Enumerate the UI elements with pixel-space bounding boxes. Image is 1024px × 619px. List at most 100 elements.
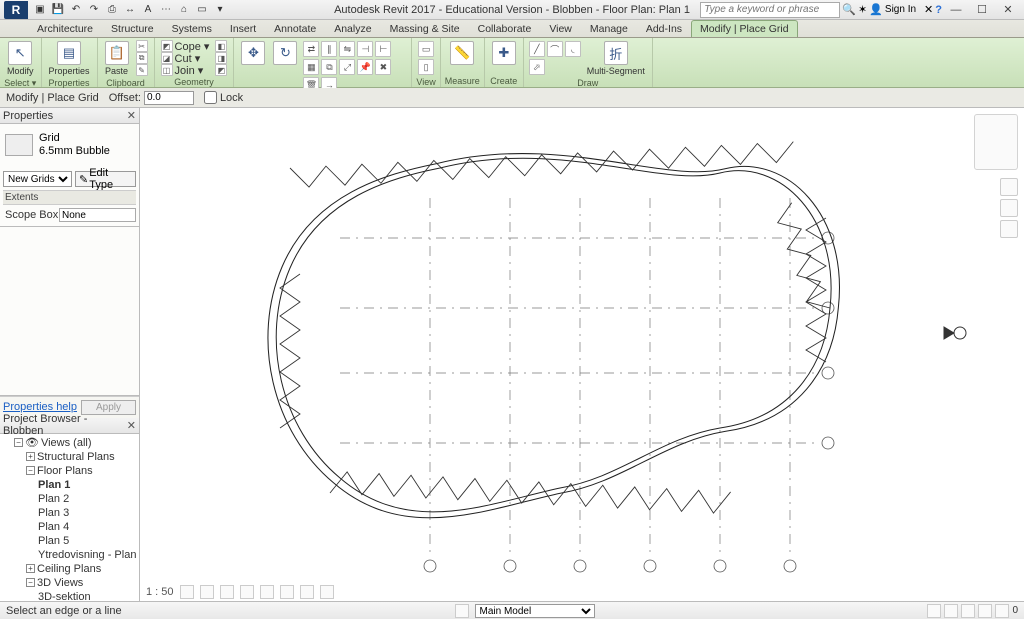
qat-undo-icon[interactable]: ↶: [68, 2, 84, 18]
geom-b-button[interactable]: ◨: [213, 52, 229, 64]
qat-redo-icon[interactable]: ↷: [86, 2, 102, 18]
close-button[interactable]: ✕: [996, 2, 1020, 18]
tab-view[interactable]: View: [540, 20, 581, 37]
node-plan4[interactable]: Plan 4: [0, 520, 139, 534]
tab-analyze[interactable]: Analyze: [325, 20, 380, 37]
pick-icon[interactable]: ⬀: [529, 59, 545, 75]
array-icon[interactable]: ▦: [303, 59, 319, 75]
node-3d[interactable]: −3D Views: [0, 576, 139, 590]
exchange-icon[interactable]: ✕: [924, 3, 933, 16]
collapse-icon[interactable]: −: [14, 438, 23, 447]
tab-modify-place-grid[interactable]: Modify | Place Grid: [691, 20, 798, 37]
minimize-button[interactable]: —: [944, 2, 968, 18]
expand-icon[interactable]: +: [26, 564, 35, 573]
node-floor[interactable]: −Floor Plans: [0, 464, 139, 478]
crop-region-icon[interactable]: [280, 585, 294, 599]
arc2-icon[interactable]: ◟: [565, 41, 581, 57]
maximize-button[interactable]: ☐: [970, 2, 994, 18]
sun-path-icon[interactable]: [220, 585, 234, 599]
cope-button[interactable]: ◩Cope ▾: [159, 40, 212, 52]
node-ytred[interactable]: Ytredovisning - Plan 1: [0, 548, 139, 562]
join-button[interactable]: ◫Join ▾: [159, 64, 212, 76]
cut-geom-button[interactable]: ◪Cut ▾: [159, 52, 212, 64]
filter-icon[interactable]: [995, 604, 1009, 618]
offset-icon[interactable]: ∥: [321, 41, 337, 57]
help-icon[interactable]: ?: [935, 4, 942, 16]
view-b-icon[interactable]: ▯: [418, 59, 434, 75]
qat-dropdown-icon[interactable]: ▾: [212, 2, 228, 18]
geom-c-button[interactable]: ◩: [213, 64, 229, 76]
measure-button[interactable]: 📏: [447, 40, 477, 66]
node-plan5[interactable]: Plan 5: [0, 534, 139, 548]
reveal-icon[interactable]: [320, 585, 334, 599]
status-d-icon[interactable]: [978, 604, 992, 618]
node-plan3[interactable]: Plan 3: [0, 506, 139, 520]
tab-structure[interactable]: Structure: [102, 20, 163, 37]
rotate-button[interactable]: ↻: [270, 40, 300, 66]
type-selector[interactable]: Grid 6.5mm Bubble: [3, 128, 136, 168]
main-model-select[interactable]: Main Model: [475, 604, 595, 618]
shadows-icon[interactable]: [240, 585, 254, 599]
create-button[interactable]: ✚: [489, 40, 519, 66]
collapse-icon[interactable]: −: [26, 578, 35, 587]
status-b-icon[interactable]: [944, 604, 958, 618]
infocenter-icon[interactable]: 🔍: [842, 3, 856, 16]
qat-more-icon[interactable]: ⋯: [158, 2, 174, 18]
mirror-icon[interactable]: ⇋: [339, 41, 355, 57]
scale-label[interactable]: 1 : 50: [146, 586, 174, 598]
qat-save-icon[interactable]: 💾: [50, 2, 66, 18]
worksets-icon[interactable]: [455, 604, 469, 618]
tab-manage[interactable]: Manage: [581, 20, 637, 37]
scope-box-input[interactable]: [59, 208, 136, 222]
qat-print-icon[interactable]: ⎙: [104, 2, 120, 18]
browser-header[interactable]: Project Browser - Blobben ✕: [0, 418, 139, 434]
app-logo[interactable]: R: [4, 1, 28, 19]
view-canvas[interactable]: 1 : 50: [140, 108, 1024, 601]
match-button[interactable]: ✎: [134, 64, 150, 76]
multi-segment-button[interactable]: 折Multi-Segment: [584, 40, 648, 77]
node-views[interactable]: −👁 Views (all): [0, 436, 139, 450]
modify-button[interactable]: ↖Modify: [4, 40, 37, 77]
qat-measure-icon[interactable]: ↔: [122, 2, 138, 18]
copy-clip-button[interactable]: ⧉: [134, 52, 150, 64]
lock-field[interactable]: Lock: [204, 91, 243, 104]
tab-massing[interactable]: Massing & Site: [381, 20, 469, 37]
split-icon[interactable]: ⊢: [375, 41, 391, 57]
edit-type-button[interactable]: ✎Edit Type: [75, 171, 136, 187]
line-icon[interactable]: ╱: [529, 41, 545, 57]
properties-header[interactable]: Properties ✕: [0, 108, 139, 124]
help-search-input[interactable]: [700, 2, 840, 18]
detail-level-icon[interactable]: [180, 585, 194, 599]
status-c-icon[interactable]: [961, 604, 975, 618]
trim-icon[interactable]: ⊣: [357, 41, 373, 57]
qat-open-icon[interactable]: ▣: [32, 2, 48, 18]
scale-icon[interactable]: ⤢: [339, 59, 355, 75]
view-a-icon[interactable]: ▭: [418, 41, 434, 57]
cut-clip-button[interactable]: ✂: [134, 40, 150, 52]
node-plan2[interactable]: Plan 2: [0, 492, 139, 506]
browser-tree[interactable]: −👁 Views (all) +Structural Plans −Floor …: [0, 434, 139, 601]
move-button[interactable]: ✥: [238, 40, 268, 66]
status-a-icon[interactable]: [927, 604, 941, 618]
copy-mod-icon[interactable]: ⧉: [321, 59, 337, 75]
tab-architecture[interactable]: Architecture: [28, 20, 102, 37]
visual-style-icon[interactable]: [200, 585, 214, 599]
expand-icon[interactable]: +: [26, 452, 35, 461]
close-icon[interactable]: ✕: [127, 109, 136, 122]
geom-a-button[interactable]: ◧: [213, 40, 229, 52]
node-structural[interactable]: +Structural Plans: [0, 450, 139, 464]
offset-input[interactable]: [144, 91, 194, 105]
lock-checkbox[interactable]: [204, 91, 217, 104]
pin-icon[interactable]: 📌: [357, 59, 373, 75]
properties-button[interactable]: ▤Properties: [46, 40, 93, 77]
crop-icon[interactable]: [260, 585, 274, 599]
unpin-icon[interactable]: ✖: [375, 59, 391, 75]
subscription-icon[interactable]: ✶: [858, 3, 867, 16]
node-plan1[interactable]: Plan 1: [0, 478, 139, 492]
tab-annotate[interactable]: Annotate: [265, 20, 325, 37]
signin-icon[interactable]: 👤: [869, 3, 883, 16]
tab-collaborate[interactable]: Collaborate: [469, 20, 541, 37]
qat-text-icon[interactable]: A: [140, 2, 156, 18]
qat-3d-icon[interactable]: ⌂: [176, 2, 192, 18]
hide-icon[interactable]: [300, 585, 314, 599]
